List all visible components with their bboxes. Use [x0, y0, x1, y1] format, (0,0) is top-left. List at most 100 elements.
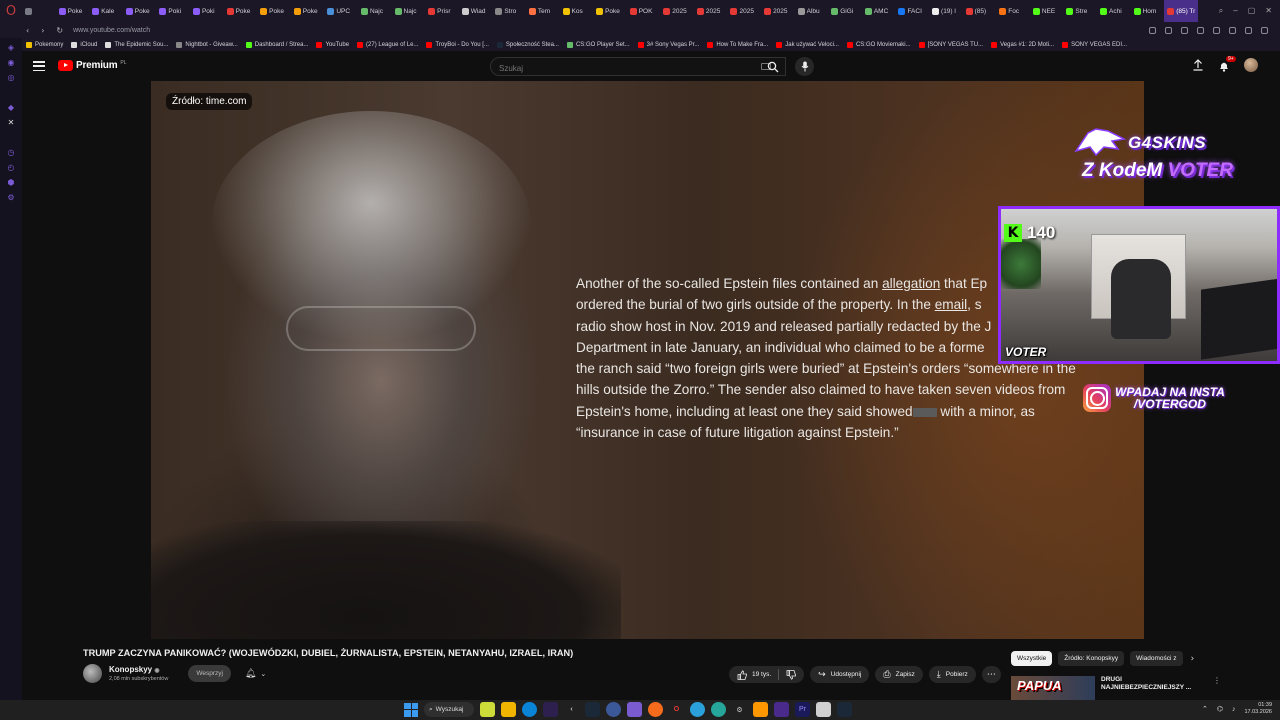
chrome-icon[interactable] [648, 702, 663, 717]
browser-tab[interactable]: NEE [1030, 0, 1064, 22]
browser-tab[interactable]: Poke [56, 0, 90, 22]
browser-tab[interactable]: Kos [560, 0, 594, 22]
support-button[interactable]: Wesprzyj [188, 665, 231, 682]
capcut-icon[interactable]: ‹ [564, 702, 579, 717]
bookmark-item[interactable]: CS:GO Player Set... [563, 41, 634, 48]
heart-icon[interactable] [1197, 26, 1204, 34]
bookmark-icon[interactable] [1181, 26, 1188, 34]
address-url[interactable]: www.youtube.com/watch [73, 27, 1149, 34]
file-explorer-icon[interactable] [501, 702, 516, 717]
minimize-icon[interactable]: – [1233, 6, 1237, 16]
browser-tab[interactable]: 2025 [660, 0, 694, 22]
filter-chip[interactable]: Wiadomości z [1130, 651, 1183, 666]
more-actions-button[interactable]: ⋯ [981, 666, 1001, 683]
premiere-icon[interactable]: Pr [795, 702, 810, 717]
bookmark-item[interactable]: How To Make Fra... [703, 41, 772, 48]
browser-tab[interactable]: Najc [392, 0, 426, 22]
browser-tab[interactable]: Wiad [459, 0, 493, 22]
recommendation-title[interactable]: DRUGI NAJNIEBEZPIECZNIEJSZY ... [1101, 676, 1201, 692]
browser-tab[interactable]: AMC [862, 0, 896, 22]
channel-avatar[interactable] [83, 664, 102, 683]
browser-tab[interactable]: (85) [963, 0, 997, 22]
menu-icon[interactable] [33, 60, 45, 72]
recommendation-thumbnail[interactable]: PAPUA [1011, 676, 1095, 700]
download-button[interactable]: ⤓ Pobierz [928, 666, 976, 683]
browser-tab[interactable]: Tem [526, 0, 560, 22]
camera-icon[interactable] [1165, 26, 1172, 34]
discord-icon[interactable]: ◆ [6, 102, 16, 112]
discord-icon[interactable] [627, 702, 642, 717]
app-icon[interactable] [606, 702, 621, 717]
browser-tab[interactable]: 2025 [694, 0, 728, 22]
volume-icon[interactable]: ♪ [1232, 706, 1236, 713]
bookmark-item[interactable]: (27) League of Le... [353, 41, 422, 48]
browser-tab[interactable]: Kale [89, 0, 123, 22]
steam-icon[interactable] [585, 702, 600, 717]
forward-icon[interactable]: › [41, 26, 44, 35]
recommendation-item[interactable]: PAPUA DRUGI NAJNIEBEZPIECZNIEJSZY ... ⋮ [1011, 676, 1221, 700]
browser-tab[interactable]: (19) l [929, 0, 963, 22]
extension-icon[interactable] [1149, 26, 1156, 34]
bag-icon[interactable]: ◈ [6, 42, 16, 52]
thumbs-down-icon[interactable] [786, 669, 797, 680]
x-icon[interactable]: ✕ [6, 117, 16, 127]
filter-chip[interactable]: Źródło: Konopskyy [1058, 651, 1125, 666]
reload-icon[interactable]: ↻ [56, 26, 63, 35]
edge-icon[interactable] [522, 702, 537, 717]
app-icon[interactable] [774, 702, 789, 717]
close-icon[interactable]: ✕ [1265, 6, 1272, 16]
pin-icon[interactable]: ⬢ [6, 177, 16, 187]
app-icon[interactable] [816, 702, 831, 717]
browser-tab[interactable]: Poki [156, 0, 190, 22]
taskbar-search[interactable]: ⌕ Wyszukaj [424, 702, 474, 717]
browser-tab[interactable]: GiGi [828, 0, 862, 22]
save-button[interactable]: ⎙ Zapisz [875, 666, 923, 683]
bookmark-item[interactable]: Nightbot - Giveaw... [172, 41, 241, 48]
bookmark-item[interactable]: SONY VEGAS EDI... [1058, 41, 1131, 48]
notifications-button[interactable]: 9+ [1218, 56, 1236, 72]
chevron-up-icon[interactable]: ⌃ [1202, 705, 1208, 713]
voice-search-button[interactable] [795, 57, 814, 76]
bookmark-item[interactable]: Jak używać Veloci... [772, 41, 843, 48]
clock[interactable]: 01:39 17.03.2026 [1244, 702, 1272, 716]
search-button[interactable] [760, 57, 786, 76]
browser-tab[interactable]: Poki [190, 0, 224, 22]
bookmark-item[interactable]: 3# Sony Vegas Pr... [634, 41, 704, 48]
network-icon[interactable]: ⌬ [1217, 705, 1223, 713]
browser-tab[interactable]: Foc [996, 0, 1030, 22]
bookmark-item[interactable]: Pokemony [22, 41, 67, 48]
browser-tab[interactable]: Poke [593, 0, 627, 22]
opera-icon[interactable]: O [669, 702, 684, 717]
browser-tab[interactable]: Najc [358, 0, 392, 22]
app-icon[interactable] [543, 702, 558, 717]
browser-tab[interactable]: UPC [324, 0, 358, 22]
ai-icon[interactable] [1261, 26, 1268, 34]
download-icon[interactable] [1229, 26, 1236, 34]
search-input[interactable] [491, 60, 731, 77]
app-icon[interactable] [711, 702, 726, 717]
app-icon[interactable] [753, 702, 768, 717]
browser-tab[interactable]: 2025 [761, 0, 795, 22]
clock-icon[interactable]: ◴ [6, 162, 16, 172]
browser-tab[interactable]: Stre [1063, 0, 1097, 22]
channel-name[interactable]: Konopskyy [109, 665, 152, 674]
browser-tab[interactable]: Poke [224, 0, 258, 22]
browser-tab[interactable]: (85) Tr [1164, 0, 1199, 22]
browser-tab[interactable]: 2025 [727, 0, 761, 22]
bookmark-item[interactable]: Dashboard / Strea... [242, 41, 313, 48]
settings-icon[interactable]: ⚙ [732, 702, 747, 717]
app-icon[interactable] [480, 702, 495, 717]
avatar[interactable] [1244, 58, 1258, 72]
browser-tab[interactable]: FACI [895, 0, 929, 22]
more-vert-icon[interactable]: ⋮ [1213, 676, 1221, 685]
messenger-icon[interactable]: ◉ [6, 57, 16, 67]
share-button[interactable]: ↪ Udostępnij [810, 666, 870, 683]
back-icon[interactable]: ‹ [26, 26, 29, 35]
chevron-right-icon[interactable]: › [1191, 654, 1195, 664]
video-player[interactable]: Źródło: time.com Another of the so-calle… [151, 81, 1144, 639]
start-button[interactable] [404, 702, 418, 717]
telegram-icon[interactable] [690, 702, 705, 717]
history-icon[interactable]: ◷ [6, 147, 16, 157]
wallet-icon[interactable] [1213, 26, 1220, 34]
bookmark-item[interactable]: [SONY VEGAS TU... [915, 41, 987, 48]
